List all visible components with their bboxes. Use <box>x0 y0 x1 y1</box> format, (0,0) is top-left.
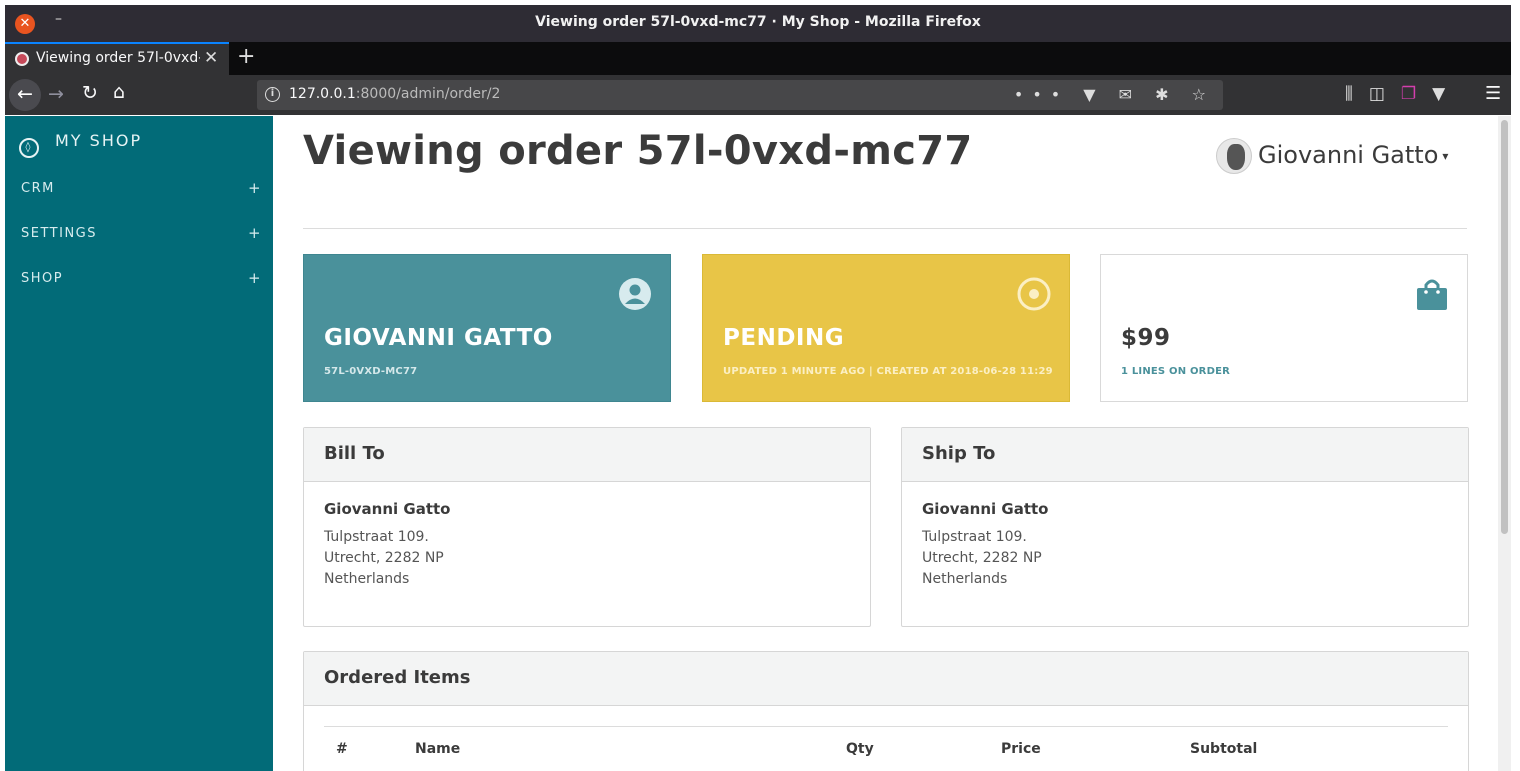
address-line: Tulpstraat 109. <box>324 529 429 545</box>
site-info-icon[interactable]: i <box>265 87 280 102</box>
browser-tab-active[interactable]: Viewing order 57l-0vxd-mc77 · My Shop ✕ <box>5 42 229 75</box>
admin-sidebar: ◊ MY SHOP CRM + SETTINGS + SHOP + <box>5 116 273 771</box>
panel-title: Ordered Items <box>324 667 471 688</box>
order-reference: 57L-0VXD-MC77 <box>324 366 418 377</box>
order-total: $99 <box>1121 325 1171 351</box>
expand-plus-icon[interactable]: + <box>248 269 262 287</box>
address-line: Utrecht, 2282 NP <box>922 550 1042 566</box>
customer-card: GIOVANNI GATTO 57L-0VXD-MC77 <box>303 254 671 402</box>
address-name: Giovanni Gatto <box>324 500 451 518</box>
line-count: 1 LINES ON ORDER <box>1121 366 1231 377</box>
page-scrollbar[interactable] <box>1498 116 1511 771</box>
expand-plus-icon[interactable]: + <box>248 179 262 197</box>
address-line: Netherlands <box>922 571 1008 587</box>
page-viewport: ◊ MY SHOP CRM + SETTINGS + SHOP + Viewing… <box>5 116 1511 771</box>
panel-header <box>304 428 870 482</box>
brand-name: MY SHOP <box>55 131 143 150</box>
caret-down-icon: ▾ <box>1442 149 1449 163</box>
panel-header <box>304 652 1468 706</box>
header-divider <box>303 228 1467 229</box>
tab-close-icon[interactable]: ✕ <box>204 48 218 68</box>
forward-arrow-icon[interactable]: → <box>48 83 64 105</box>
navigation-toolbar: ← → ↻ ⌂ i 127.0.0.1:8000/admin/order/2 •… <box>5 75 1511 115</box>
expand-plus-icon[interactable]: + <box>248 224 262 242</box>
sidebar-item-crm[interactable]: CRM + <box>5 175 273 205</box>
column-header-name: Name <box>415 741 461 757</box>
sidebar-item-label: SHOP <box>21 271 64 286</box>
ship-to-panel: Ship To Giovanni Gatto Tulpstraat 109. U… <box>901 427 1469 627</box>
avatar <box>1216 138 1252 174</box>
column-header-number: # <box>336 741 348 757</box>
page-actions-icons[interactable]: ••• ▼ ✉ ✱ ☆ <box>1014 85 1215 104</box>
scrollbar-thumb[interactable] <box>1501 120 1508 534</box>
address-bar[interactable]: i 127.0.0.1:8000/admin/order/2 ••• ▼ ✉ ✱… <box>257 80 1223 110</box>
vivaldi-icon[interactable]: ▼ <box>1432 84 1461 104</box>
address-line: Netherlands <box>324 571 410 587</box>
containers-icon[interactable]: ❐ <box>1401 84 1432 104</box>
window-title: Viewing order 57l-0vxd-mc77 · My Shop - … <box>535 14 981 30</box>
sidebar-icon[interactable]: ◫ <box>1369 84 1401 104</box>
panel-title: Bill To <box>324 443 385 464</box>
url-text[interactable]: 127.0.0.1:8000/admin/order/2 <box>289 86 500 102</box>
page-title: Viewing order 57l-0vxd-mc77 <box>303 128 973 174</box>
panel-title: Ship To <box>922 443 996 464</box>
status-timestamps: UPDATED 1 MINUTE AGO | CREATED AT 2018-0… <box>723 366 1053 377</box>
address-line: Tulpstraat 109. <box>922 529 1027 545</box>
back-arrow-icon[interactable]: ← <box>9 79 41 111</box>
main-content: Viewing order 57l-0vxd-mc77 Giovanni Gat… <box>303 116 1473 771</box>
column-header-qty: Qty <box>846 741 874 757</box>
customer-name: GIOVANNI GATTO <box>324 325 553 351</box>
sidebar-item-label: CRM <box>21 181 55 196</box>
new-tab-button[interactable]: + <box>237 44 255 69</box>
home-icon[interactable]: ⌂ <box>113 81 125 103</box>
toolbar-extension-icons[interactable]: ⫼◫❐▼ <box>1345 84 1461 104</box>
table-divider <box>324 726 1448 727</box>
shopping-bag-icon <box>1417 279 1447 310</box>
column-header-price: Price <box>1001 741 1041 757</box>
hamburger-menu-icon[interactable]: ☰ <box>1485 83 1501 104</box>
status-dot-icon <box>1017 277 1051 311</box>
sidebar-item-settings[interactable]: SETTINGS + <box>5 220 273 250</box>
column-header-subtotal: Subtotal <box>1190 741 1258 757</box>
brand[interactable]: ◊ MY SHOP <box>19 131 142 158</box>
reload-icon[interactable]: ↻ <box>82 82 98 104</box>
user-menu[interactable]: Giovanni Gatto ▾ <box>1216 138 1448 176</box>
sidebar-item-label: SETTINGS <box>21 226 98 241</box>
status-card: PENDING UPDATED 1 MINUTE AGO | CREATED A… <box>702 254 1070 402</box>
order-status: PENDING <box>723 325 845 351</box>
tab-favicon-icon <box>15 52 29 66</box>
user-name: Giovanni Gatto <box>1258 141 1439 169</box>
user-circle-icon <box>619 278 651 310</box>
tab-label: Viewing order 57l-0vxd-mc77 · My Shop <box>36 50 200 66</box>
sidebar-item-shop[interactable]: SHOP + <box>5 265 273 295</box>
address-name: Giovanni Gatto <box>922 500 1049 518</box>
ordered-items-panel: Ordered Items # Name Qty Price Subtotal <box>303 651 1469 771</box>
bill-to-panel: Bill To Giovanni Gatto Tulpstraat 109. U… <box>303 427 871 627</box>
window-titlebar: ✕ – Viewing order 57l-0vxd-mc77 · My Sho… <box>5 5 1511 42</box>
tab-bar: Viewing order 57l-0vxd-mc77 · My Shop ✕ … <box>5 42 1511 75</box>
address-line: Utrecht, 2282 NP <box>324 550 444 566</box>
brand-logo-icon: ◊ <box>19 138 39 158</box>
total-card: $99 1 LINES ON ORDER <box>1100 254 1468 402</box>
library-icon[interactable]: ⫼ <box>1345 84 1369 104</box>
